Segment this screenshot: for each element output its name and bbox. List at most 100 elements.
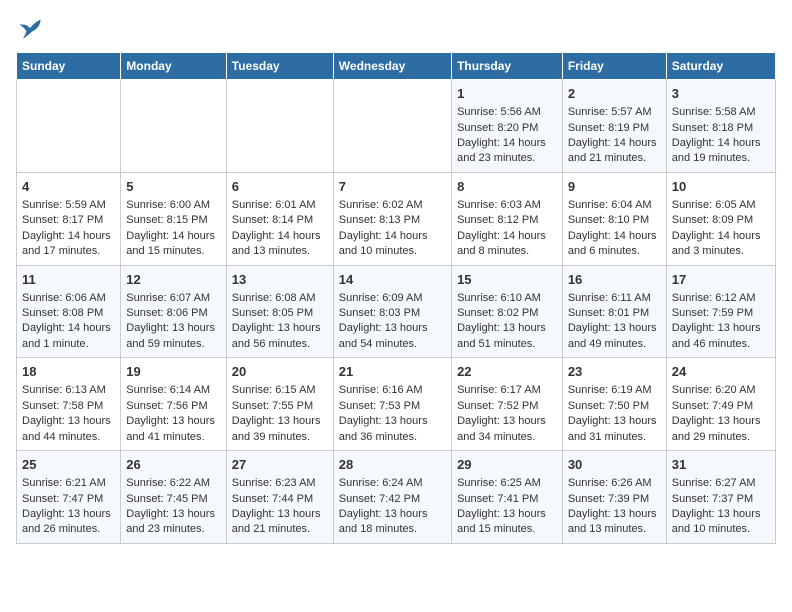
- day-number: 26: [126, 456, 221, 474]
- day-number: 22: [457, 363, 557, 381]
- calendar-cell: 20Sunrise: 6:15 AMSunset: 7:55 PMDayligh…: [226, 358, 333, 451]
- day-info: Daylight: 13 hours and 13 minutes.: [568, 507, 661, 538]
- day-info: Daylight: 14 hours and 13 minutes.: [232, 229, 328, 260]
- day-info: Sunset: 7:59 PM: [672, 306, 770, 321]
- day-info: Daylight: 13 hours and 26 minutes.: [22, 507, 115, 538]
- day-info: Daylight: 14 hours and 19 minutes.: [672, 136, 770, 167]
- day-info: Sunrise: 5:56 AM: [457, 105, 557, 120]
- day-info: Daylight: 13 hours and 29 minutes.: [672, 414, 770, 445]
- day-info: Sunrise: 5:58 AM: [672, 105, 770, 120]
- day-info: Sunset: 7:41 PM: [457, 492, 557, 507]
- day-info: Sunset: 8:17 PM: [22, 213, 115, 228]
- day-number: 12: [126, 271, 221, 289]
- day-info: Daylight: 14 hours and 8 minutes.: [457, 229, 557, 260]
- day-info: Sunrise: 6:21 AM: [22, 476, 115, 491]
- day-info: Sunrise: 6:25 AM: [457, 476, 557, 491]
- day-info: Daylight: 13 hours and 34 minutes.: [457, 414, 557, 445]
- day-info: Sunset: 7:50 PM: [568, 399, 661, 414]
- day-number: 23: [568, 363, 661, 381]
- day-info: Daylight: 13 hours and 54 minutes.: [339, 321, 446, 352]
- day-info: Sunrise: 6:13 AM: [22, 383, 115, 398]
- calendar-cell: [121, 80, 227, 173]
- day-info: Daylight: 13 hours and 44 minutes.: [22, 414, 115, 445]
- day-number: 29: [457, 456, 557, 474]
- calendar-cell: 16Sunrise: 6:11 AMSunset: 8:01 PMDayligh…: [562, 265, 666, 358]
- calendar-cell: 8Sunrise: 6:03 AMSunset: 8:12 PMDaylight…: [452, 172, 563, 265]
- day-header-thursday: Thursday: [452, 53, 563, 80]
- day-info: Sunset: 8:09 PM: [672, 213, 770, 228]
- day-info: Sunset: 8:15 PM: [126, 213, 221, 228]
- day-number: 11: [22, 271, 115, 289]
- day-number: 16: [568, 271, 661, 289]
- day-info: Daylight: 13 hours and 15 minutes.: [457, 507, 557, 538]
- day-info: Sunrise: 6:05 AM: [672, 198, 770, 213]
- day-info: Daylight: 14 hours and 1 minute.: [22, 321, 115, 352]
- day-info: Daylight: 13 hours and 51 minutes.: [457, 321, 557, 352]
- day-info: Sunrise: 6:12 AM: [672, 291, 770, 306]
- day-info: Sunrise: 6:19 AM: [568, 383, 661, 398]
- calendar-cell: 18Sunrise: 6:13 AMSunset: 7:58 PMDayligh…: [17, 358, 121, 451]
- day-info: Sunrise: 6:04 AM: [568, 198, 661, 213]
- day-number: 1: [457, 85, 557, 103]
- day-info: Sunrise: 6:17 AM: [457, 383, 557, 398]
- calendar-cell: 31Sunrise: 6:27 AMSunset: 7:37 PMDayligh…: [666, 451, 775, 544]
- day-info: Daylight: 13 hours and 59 minutes.: [126, 321, 221, 352]
- day-number: 10: [672, 178, 770, 196]
- day-info: Sunset: 8:12 PM: [457, 213, 557, 228]
- day-info: Sunrise: 6:07 AM: [126, 291, 221, 306]
- day-number: 15: [457, 271, 557, 289]
- day-info: Daylight: 14 hours and 23 minutes.: [457, 136, 557, 167]
- page-header: [16, 16, 776, 44]
- calendar-cell: 13Sunrise: 6:08 AMSunset: 8:05 PMDayligh…: [226, 265, 333, 358]
- day-info: Daylight: 13 hours and 18 minutes.: [339, 507, 446, 538]
- calendar-cell: 19Sunrise: 6:14 AMSunset: 7:56 PMDayligh…: [121, 358, 227, 451]
- day-number: 14: [339, 271, 446, 289]
- day-number: 25: [22, 456, 115, 474]
- day-info: Sunrise: 6:06 AM: [22, 291, 115, 306]
- day-number: 28: [339, 456, 446, 474]
- day-info: Daylight: 13 hours and 39 minutes.: [232, 414, 328, 445]
- day-info: Daylight: 14 hours and 10 minutes.: [339, 229, 446, 260]
- calendar-cell: 17Sunrise: 6:12 AMSunset: 7:59 PMDayligh…: [666, 265, 775, 358]
- day-info: Daylight: 13 hours and 21 minutes.: [232, 507, 328, 538]
- day-header-sunday: Sunday: [17, 53, 121, 80]
- calendar-cell: 10Sunrise: 6:05 AMSunset: 8:09 PMDayligh…: [666, 172, 775, 265]
- day-info: Daylight: 13 hours and 31 minutes.: [568, 414, 661, 445]
- calendar-cell: 5Sunrise: 6:00 AMSunset: 8:15 PMDaylight…: [121, 172, 227, 265]
- day-info: Sunset: 7:47 PM: [22, 492, 115, 507]
- day-number: 4: [22, 178, 115, 196]
- day-info: Sunrise: 6:23 AM: [232, 476, 328, 491]
- day-info: Sunset: 7:39 PM: [568, 492, 661, 507]
- calendar-cell: 22 Sunrise: 6:17 AMSunset: 7:52 PMDayligh…: [452, 358, 563, 451]
- day-info: Daylight: 13 hours and 23 minutes.: [126, 507, 221, 538]
- day-info: Sunrise: 6:14 AM: [126, 383, 221, 398]
- day-info: Sunrise: 6:03 AM: [457, 198, 557, 213]
- day-info: Daylight: 13 hours and 41 minutes.: [126, 414, 221, 445]
- day-number: 24: [672, 363, 770, 381]
- calendar-cell: 6Sunrise: 6:01 AMSunset: 8:14 PMDaylight…: [226, 172, 333, 265]
- day-info: Daylight: 14 hours and 6 minutes.: [568, 229, 661, 260]
- day-number: 13: [232, 271, 328, 289]
- day-info: Sunrise: 5:59 AM: [22, 198, 115, 213]
- day-info: Sunset: 7:52 PM: [457, 399, 557, 414]
- day-number: 21: [339, 363, 446, 381]
- calendar-cell: 9Sunrise: 6:04 AMSunset: 8:10 PMDaylight…: [562, 172, 666, 265]
- day-number: 5: [126, 178, 221, 196]
- logo: [16, 16, 48, 44]
- day-info: Sunrise: 6:16 AM: [339, 383, 446, 398]
- day-info: Sunset: 7:45 PM: [126, 492, 221, 507]
- calendar-cell: 26Sunrise: 6:22 AMSunset: 7:45 PMDayligh…: [121, 451, 227, 544]
- calendar-cell: [333, 80, 451, 173]
- day-info: Sunset: 7:53 PM: [339, 399, 446, 414]
- day-info: Sunset: 8:14 PM: [232, 213, 328, 228]
- day-header-tuesday: Tuesday: [226, 53, 333, 80]
- day-number: 9: [568, 178, 661, 196]
- day-info: Sunrise: 6:09 AM: [339, 291, 446, 306]
- day-number: 27: [232, 456, 328, 474]
- calendar-cell: 1Sunrise: 5:56 AMSunset: 8:20 PMDaylight…: [452, 80, 563, 173]
- day-number: 7: [339, 178, 446, 196]
- day-header-friday: Friday: [562, 53, 666, 80]
- day-info: Sunset: 7:58 PM: [22, 399, 115, 414]
- day-info: Sunset: 8:06 PM: [126, 306, 221, 321]
- day-info: Sunset: 8:13 PM: [339, 213, 446, 228]
